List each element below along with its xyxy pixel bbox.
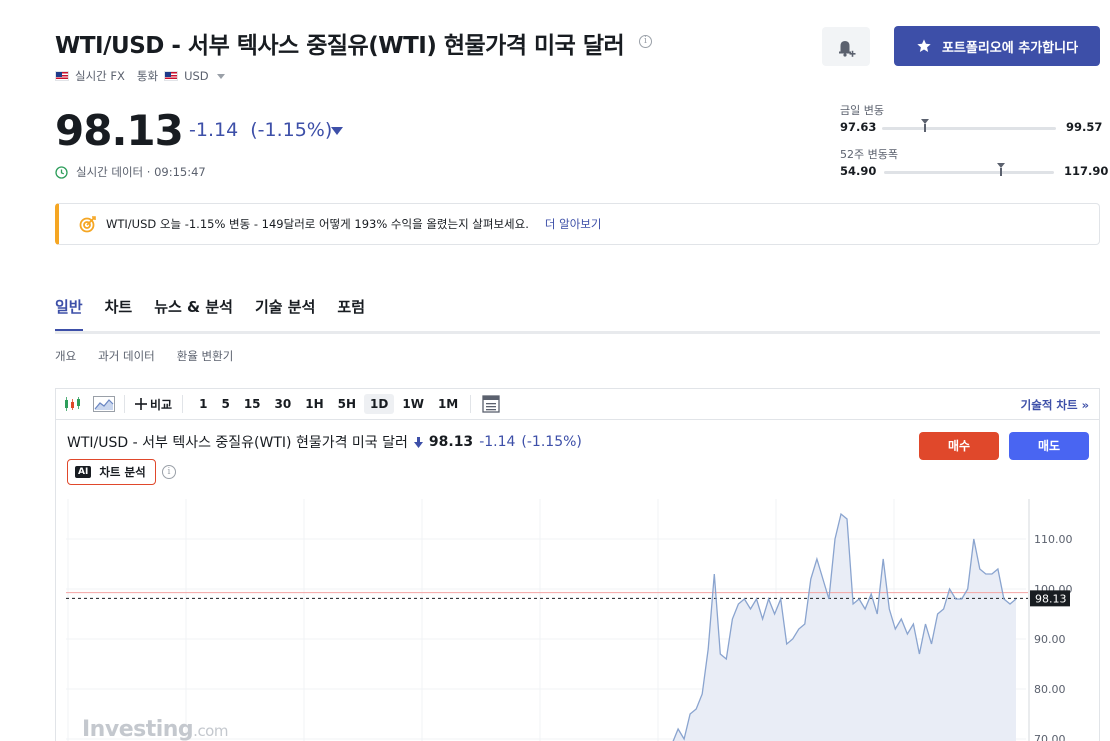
day-range-marker [920, 119, 929, 132]
interval-1[interactable]: 1 [193, 394, 213, 414]
ai-chart-analysis-button[interactable]: AI 차트 분석 [67, 459, 156, 485]
page-title: WTI/USD - 서부 텍사스 중질유(WTI) 현물가격 미국 달러 [55, 33, 625, 59]
investing-watermark: Investing.com [82, 717, 228, 741]
currency-value[interactable]: USD [184, 69, 209, 83]
star-icon [917, 39, 931, 52]
week52-range-label: 52주 변동폭 [840, 148, 898, 161]
interval-15[interactable]: 15 [238, 394, 267, 414]
interval-5[interactable]: 5 [215, 394, 235, 414]
tab-news-analysis[interactable]: 뉴스 & 분석 [154, 296, 233, 332]
interval-1m[interactable]: 1M [432, 394, 464, 414]
market-label: 실시간 FX [75, 69, 125, 83]
compare-button[interactable]: 비교 [129, 396, 178, 413]
buy-button[interactable]: 매수 [919, 432, 999, 460]
learn-more-link[interactable]: 더 알아보기 [545, 216, 602, 232]
week52-range-low: 54.90 [840, 164, 877, 178]
toolbar-separator [182, 395, 184, 413]
watermark-brand: Investing [82, 717, 194, 741]
tab-general[interactable]: 일반 [55, 296, 83, 332]
day-range-bar [882, 127, 1056, 130]
price-change: -1.14 (-1.15%) [189, 119, 332, 141]
main-tabs: 일반 차트 뉴스 & 분석 기술 분석 포럼 [55, 296, 387, 332]
day-range-label: 금일 변동 [840, 104, 884, 117]
plus-icon [135, 398, 147, 410]
subtab-converter[interactable]: 환율 변환기 [177, 348, 234, 364]
tabs-divider [55, 331, 1100, 334]
last-price-label: 98.13 [1035, 592, 1067, 605]
target-icon [79, 216, 96, 233]
alert-bell-button[interactable] [822, 27, 870, 66]
change-value: -1.14 [189, 119, 239, 141]
currency-label: 통화 [136, 69, 159, 83]
toolbar-separator [470, 395, 472, 413]
chevron-down-icon[interactable] [216, 73, 225, 79]
chart-instrument-name: WTI/USD - 서부 텍사스 중질유(WTI) 현물가격 미국 달러 [67, 435, 408, 451]
day-range-high: 99.57 [1066, 120, 1103, 134]
y-tick-label: 70.00 [1034, 733, 1066, 741]
y-tick-label: 110.00 [1034, 533, 1073, 546]
candlestick-icon[interactable] [56, 394, 88, 414]
us-flag-icon [55, 71, 69, 81]
y-tick-label: 80.00 [1034, 683, 1066, 696]
realtime-label: 실시간 데이터 · 09:15:47 [76, 165, 206, 179]
week52-range-high: 117.90 [1064, 164, 1109, 178]
chart-toolbar: 비교 1 5 15 30 1H 5H 1D 1W 1M 기술적 차트 » [56, 389, 1099, 420]
subtab-historical-data[interactable]: 과거 데이터 [98, 348, 155, 364]
interval-1w[interactable]: 1W [396, 394, 430, 414]
area-chart-icon[interactable] [88, 394, 120, 414]
week52-range-bar [884, 171, 1054, 174]
compare-label: 비교 [150, 397, 173, 412]
bell-plus-icon [839, 41, 856, 57]
layout-icon[interactable] [475, 394, 507, 414]
down-arrow-icon [331, 127, 343, 135]
interval-1d[interactable]: 1D [364, 394, 395, 414]
day-range-low: 97.63 [840, 120, 877, 134]
ai-chart-analysis-label: 차트 분석 [99, 465, 146, 479]
chart-price: 98.13 [428, 434, 474, 450]
technical-chart-link[interactable]: 기술적 차트 » [1021, 397, 1089, 413]
tab-chart[interactable]: 차트 [105, 296, 133, 332]
chart-change: -1.14 [479, 434, 516, 450]
last-price: 98.13 [55, 106, 184, 155]
chart-widget: 비교 1 5 15 30 1H 5H 1D 1W 1M 기술적 차트 » WTI… [55, 388, 1100, 741]
clock-icon [55, 165, 68, 179]
interval-group: 1 5 15 30 1H 5H 1D 1W 1M [193, 394, 466, 414]
interval-30[interactable]: 30 [269, 394, 298, 414]
interval-1h[interactable]: 1H [299, 394, 329, 414]
watermark-suffix: .com [193, 722, 228, 740]
info-icon[interactable]: i [639, 35, 652, 48]
info-icon[interactable]: i [162, 465, 176, 479]
chart-change-percent: (-1.15%) [521, 434, 582, 450]
us-flag-icon [164, 71, 179, 81]
sell-button[interactable]: 매도 [1009, 432, 1089, 460]
subtab-overview[interactable]: 개요 [55, 348, 76, 364]
market-info: 실시간 FX 통화 USD [55, 68, 225, 84]
week52-range-marker [996, 163, 1005, 176]
add-to-portfolio-label: 포트폴리오에 추가합니다 [941, 40, 1079, 56]
interval-5h[interactable]: 5H [332, 394, 362, 414]
price-chart[interactable]: 110.00100.0090.0080.0070.0098.13 [56, 499, 1101, 741]
down-arrow-icon [413, 436, 423, 448]
chart-header: WTI/USD - 서부 텍사스 중질유(WTI) 현물가격 미국 달러 98.… [67, 432, 582, 452]
change-percent: (-1.15%) [250, 119, 333, 141]
tab-technical[interactable]: 기술 분석 [255, 296, 315, 332]
ai-badge-icon: AI [75, 466, 92, 478]
toolbar-separator [124, 395, 125, 413]
promo-text: WTI/USD 오늘 -1.15% 변동 - 149달러로 어떻게 193% 수… [106, 217, 529, 231]
add-to-portfolio-button[interactable]: 포트폴리오에 추가합니다 [894, 26, 1100, 66]
tab-forum[interactable]: 포럼 [337, 296, 365, 332]
realtime-status: 실시간 데이터 · 09:15:47 [55, 164, 206, 180]
promo-banner: WTI/USD 오늘 -1.15% 변동 - 149달러로 어떻게 193% 수… [55, 203, 1100, 245]
y-tick-label: 90.00 [1034, 633, 1066, 646]
sub-tabs: 개요 과거 데이터 환율 변환기 [55, 348, 255, 364]
